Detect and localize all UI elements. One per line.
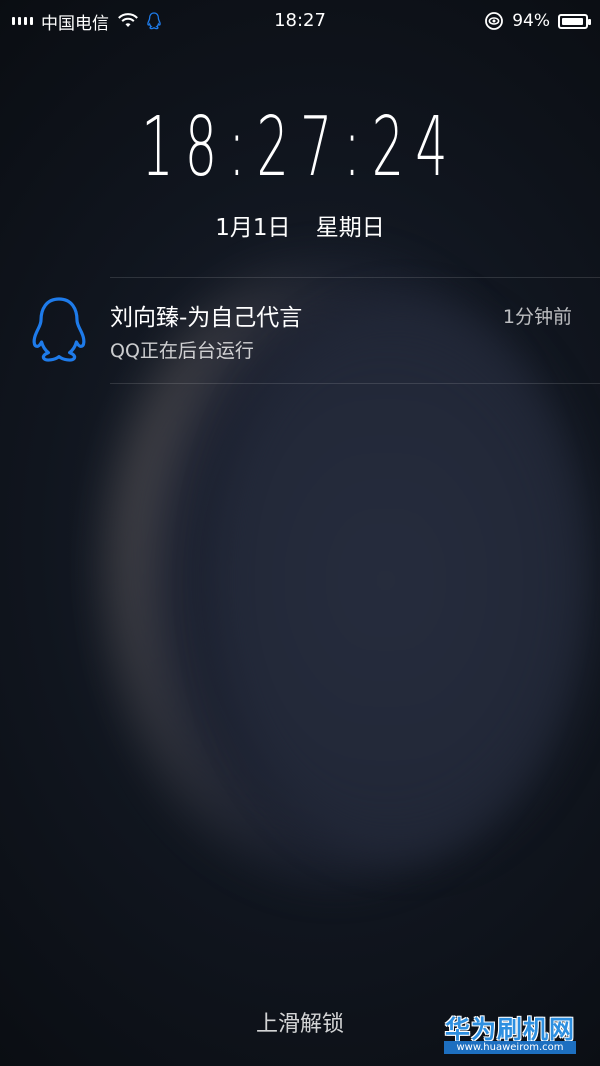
- notification-card[interactable]: 刘向臻-为自己代言 1分钟前 QQ正在后台运行: [0, 278, 600, 384]
- eye-care-icon: [485, 12, 504, 30]
- notification-body: QQ正在后台运行: [110, 340, 254, 362]
- watermark: 华为刷机网 www.huaweirom.com: [444, 1010, 576, 1054]
- notification-divider-bottom: [110, 383, 600, 384]
- lock-screen[interactable]: 中国电信 18:27 94% 18:27:24 1月1日 星期日 刘向臻-为自己…: [0, 0, 600, 1066]
- lock-date: 1月1日 星期日: [0, 208, 600, 242]
- battery-level: [562, 17, 583, 25]
- qq-penguin-icon: [32, 297, 86, 362]
- notification-title: 刘向臻-为自己代言: [110, 305, 303, 331]
- status-bar: 中国电信 18:27 94%: [0, 0, 600, 42]
- weekday-label: 星期日: [315, 215, 385, 241]
- battery-icon: [558, 13, 591, 29]
- wallpaper-moon-shadow: [215, 300, 595, 860]
- watermark-url: www.huaweirom.com: [444, 1041, 576, 1054]
- lock-clock: 18:27:24: [141, 100, 459, 195]
- battery-percent: 94%: [512, 11, 550, 31]
- status-right: 94%: [484, 0, 591, 42]
- notification-time: 1分钟前: [502, 306, 572, 328]
- date-label: 1月1日: [215, 215, 291, 241]
